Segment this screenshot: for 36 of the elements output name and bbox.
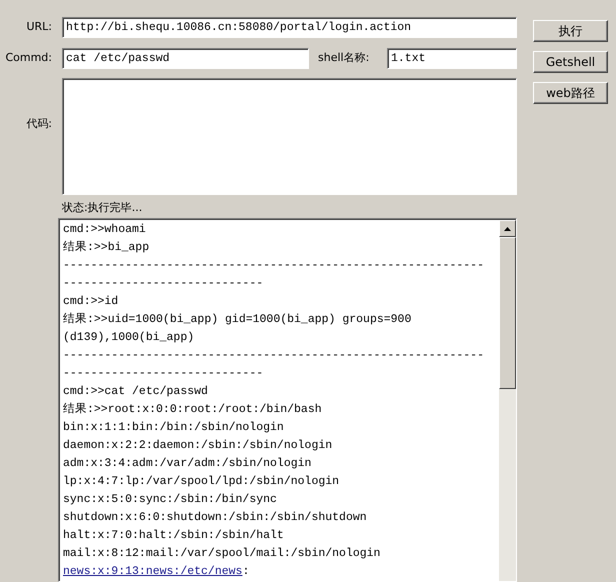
- output-line: shutdown:x:6:0:shutdown:/sbin:/sbin/shutdown: [63, 510, 367, 526]
- output-line: -----------------------------: [63, 366, 264, 382]
- output-line: cmd:>>cat /etc/passwd: [63, 384, 208, 400]
- output-line: cmd:>>whoami: [63, 222, 146, 238]
- output-line: lp:x:4:7:lp:/var/spool/lpd:/sbin/nologin: [63, 474, 340, 490]
- output-line: -------------------------------------------------------------: [63, 348, 484, 364]
- output-line: 结果:>>uid=1000(bi_app) gid=1000(bi_app) groups=900: [63, 312, 412, 328]
- status-text: 状态:执行完毕...: [62, 200, 144, 215]
- output-line: -------------------------------------------------------------: [63, 258, 484, 274]
- url-label: URL:: [25, 19, 52, 36]
- code-textarea[interactable]: [62, 78, 517, 195]
- command-field[interactable]: cat /etc/passwd: [62, 48, 309, 69]
- action-button[interactable]: web路径: [533, 82, 608, 104]
- action-button[interactable]: 执行: [533, 20, 608, 42]
- output-line: sync:x:5:0:sync:/sbin:/bin/sync: [63, 492, 277, 508]
- output-line: daemon:x:2:2:daemon:/sbin:/sbin/nologin: [63, 438, 332, 454]
- code-label: 代码:: [25, 116, 52, 130]
- scroll-up-button[interactable]: [499, 220, 516, 237]
- shell-name-field[interactable]: 1.txt: [387, 48, 517, 69]
- output-line: cmd:>>id: [63, 294, 118, 310]
- action-button[interactable]: Getshell: [533, 51, 608, 73]
- output-line: -----------------------------: [63, 276, 264, 292]
- output-line: mail:x:8:12:mail:/var/spool/mail:/sbin/nologin: [63, 546, 380, 562]
- url-field[interactable]: http://bi.shequ.10086.cn:58080/portal/login.action: [62, 17, 517, 38]
- scrollbar-thumb[interactable]: [499, 237, 516, 389]
- shell-name-label: shell名称:: [318, 50, 370, 66]
- output-link[interactable]: news:x:9:13:news:/etc/news: [63, 563, 242, 581]
- command-label: Commd:: [4, 50, 52, 66]
- up-arrow-icon: [504, 226, 511, 230]
- output-line: (d139),1000(bi_app): [63, 330, 194, 346]
- output-line: bin:x:1:1:bin:/bin:/sbin/nologin: [63, 420, 284, 436]
- output-line: adm:x:3:4:adm:/var/adm:/sbin/nologin: [63, 456, 312, 472]
- output-line: 结果:>>root:x:0:0:root:/root:/bin/bash: [63, 402, 322, 418]
- output-line: 结果:>>bi_app: [63, 240, 150, 256]
- output-line: :: [242, 564, 250, 580]
- output-line: halt:x:7:0:halt:/sbin:/sbin/halt: [63, 528, 284, 544]
